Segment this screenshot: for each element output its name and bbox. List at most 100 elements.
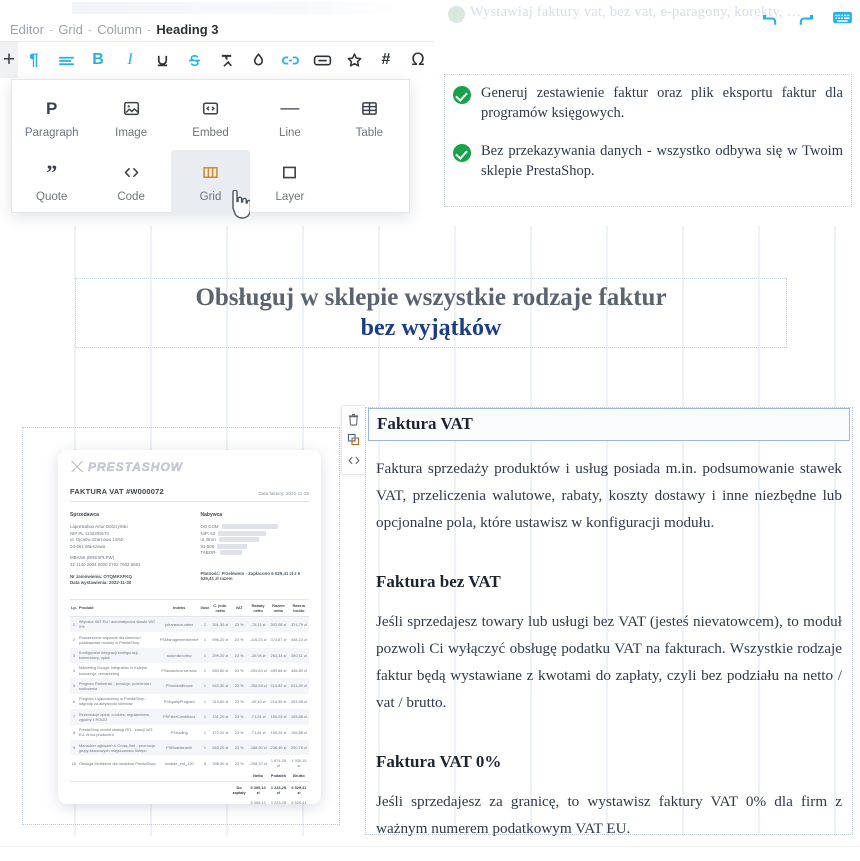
- undo-icon[interactable]: [760, 10, 780, 30]
- text-color-icon[interactable]: [242, 42, 274, 78]
- redo-icon[interactable]: [796, 10, 816, 30]
- align-icon[interactable]: [50, 42, 82, 78]
- feature-checklist-block: Generuj zestawienie faktur oraz plik eks…: [444, 74, 852, 207]
- grid-columns-icon: [202, 162, 219, 184]
- table-cell: 1: [70, 616, 78, 633]
- section-paragraph[interactable]: Jeśli sprzedajesz towary lub usługi bez …: [376, 608, 842, 716]
- table-row: 4 Marketing Google Integration in Kolejne…: [70, 663, 309, 678]
- invoice-image-block[interactable]: PRESTASHOW FAKTURA VAT #W000072 Data fak…: [22, 427, 340, 825]
- section-paragraph[interactable]: Jeśli sprzedajesz za granicę, to wystawi…: [376, 788, 842, 842]
- table-cell: 195,88 zł: [291, 729, 307, 735]
- table-cell: 448,23 zł: [291, 637, 307, 643]
- top-right-toolbar: [760, 8, 852, 32]
- edit-code-icon[interactable]: [347, 453, 361, 467]
- insert-row-2: ” Quote Code Grid Layer: [12, 150, 409, 214]
- button-icon[interactable]: [306, 42, 338, 78]
- table-cell: Marketing Google Integration in Kolejne …: [78, 665, 148, 676]
- code-brackets-icon: [122, 162, 141, 184]
- table-cell: PSmodafiltrowe: [158, 678, 200, 694]
- duplicate-block-icon[interactable]: [347, 433, 361, 447]
- table-cell: -208,37 zł: [249, 760, 267, 766]
- table-cell: 23 %: [234, 729, 244, 735]
- invoice-preview: PRESTASHOW FAKTURA VAT #W000072 Data fak…: [58, 450, 321, 804]
- insert-option-label: Layer: [275, 190, 305, 203]
- invoice-items-table: Lp. Produkt Indeks Ilość C. jedn. netto …: [70, 598, 309, 804]
- table-cell: 1: [199, 616, 211, 633]
- strikethrough-icon[interactable]: [178, 42, 210, 78]
- total-label: Do zapłaty: [230, 781, 249, 798]
- insert-option-label: Quote: [36, 190, 68, 203]
- insert-row-1: P Paragraph Image Embed — Line Table: [12, 86, 409, 150]
- table-cell: 1: [203, 698, 207, 704]
- add-block-button[interactable]: +: [0, 42, 18, 78]
- insert-option-table[interactable]: Table: [330, 86, 409, 150]
- anchor-hash-icon[interactable]: #: [370, 42, 402, 78]
- editor-toolbar: + ¶ B I # Ω: [0, 42, 434, 78]
- breadcrumb: Editor - Grid - Column - Heading 3: [0, 18, 434, 42]
- summary-header-cell: Netto: [253, 773, 264, 779]
- breadcrumb-item-editor[interactable]: Editor: [10, 22, 44, 37]
- insert-option-paragraph[interactable]: P Paragraph: [12, 86, 91, 150]
- faded-left-placeholder: [72, 2, 402, 14]
- insert-option-embed[interactable]: Embed: [171, 86, 250, 150]
- table-cell: 398,30 zł: [212, 760, 229, 766]
- table-cell: 236,40 zł: [268, 740, 289, 756]
- table-row: 8 PrestaShop moduł obsługi RO - kaucji VA…: [70, 725, 309, 740]
- table-cell: Wtyczka VAT EU i automatyczna stawki VAT…: [77, 616, 159, 633]
- buyer-label: Nabywca: [200, 512, 223, 518]
- table-cell: 299,20 zł: [210, 647, 231, 663]
- clear-format-icon[interactable]: [210, 42, 242, 78]
- insert-option-image[interactable]: Image: [91, 86, 170, 150]
- insert-option-code[interactable]: Code: [91, 150, 170, 214]
- italic-icon[interactable]: I: [114, 42, 146, 78]
- table-cell: 303,08 zł: [268, 616, 289, 633]
- table-total-row: Do zapłaty 5 395,13 zł 1 223,28 zł 6 529,41…: [70, 781, 309, 798]
- paragraph-mark-icon[interactable]: ¶: [18, 42, 50, 78]
- table-cell: 214,35 zł: [270, 698, 287, 704]
- content-text-column[interactable]: Faktura VAT Faktura sprzedaży produktów …: [365, 407, 853, 837]
- seller-line: ul. Ojcaöw Szarcowa 14/52: [70, 537, 124, 543]
- table-cell: 1 674,28 zł: [270, 757, 286, 769]
- keyboard-icon[interactable]: [832, 10, 852, 30]
- table-cell: 1: [203, 729, 207, 735]
- table-cell: Program Partnerski - prowizje, polecenia…: [77, 678, 159, 694]
- table-cell: PSRoadsearch: [158, 740, 200, 756]
- table-header-row: Lp. Produkt Indeks Ilość C. jedn. netto …: [70, 598, 309, 617]
- breadcrumb-separator: -: [48, 22, 54, 37]
- insert-option-empty: [330, 150, 409, 214]
- special-char-icon[interactable]: Ω: [402, 42, 434, 78]
- table-vat-row: w tym23 %5 395,13 zł 1 223,28 zł 6 529,41 …: [70, 797, 309, 804]
- invoice-title-row: FAKTURA VAT #W000072 Data faktury: 2022-…: [70, 479, 309, 502]
- breadcrumb-item-column[interactable]: Column: [97, 22, 142, 37]
- list-item: Generuj zestawienie faktur oraz plik eks…: [453, 83, 843, 123]
- breadcrumb-item-heading-3[interactable]: Heading 3: [156, 22, 218, 37]
- col-razem-netto: Razem netto: [268, 598, 289, 617]
- section-paragraph[interactable]: Faktura sprzedaży produktów i usług posi…: [376, 455, 842, 536]
- buyer-line: 93-506: [201, 543, 310, 551]
- insert-option-layer[interactable]: Layer: [250, 150, 329, 214]
- image-icon: [123, 98, 140, 120]
- insert-option-label: Grid: [199, 190, 222, 203]
- section-heading[interactable]: Faktura bez VAT: [376, 570, 842, 594]
- link-icon[interactable]: [274, 42, 306, 78]
- headline-block[interactable]: Obsługuj w sklepie wszystkie rodzaje fak…: [75, 278, 787, 348]
- table-cell: 131,20 zł: [210, 709, 231, 725]
- table-cell: -209,83 zł: [249, 668, 267, 674]
- table-cell: 374,87 zł: [270, 637, 287, 643]
- heading-block-selected[interactable]: Faktura VAT: [368, 408, 850, 441]
- table-cell: 1 930,15 zł: [291, 757, 307, 769]
- table-cell: automikroview: [158, 647, 200, 663]
- table-cell: PSManagementcentre: [159, 637, 199, 643]
- section-heading[interactable]: Faktura VAT 0%: [376, 750, 842, 774]
- insert-option-line[interactable]: — Line: [250, 86, 329, 150]
- bold-icon[interactable]: B: [82, 42, 114, 78]
- icon-star-icon[interactable]: [338, 42, 370, 78]
- delete-block-icon[interactable]: [347, 413, 361, 427]
- table-cell: 459,68 zł: [270, 668, 287, 674]
- table-cell: PStrading: [170, 729, 188, 735]
- breadcrumb-item-grid[interactable]: Grid: [58, 22, 83, 37]
- insert-option-quote[interactable]: ” Quote: [12, 150, 91, 214]
- invoice-buyer: Nabywca DO COM NIP: 52 ul. Bron 93-506 T…: [201, 512, 310, 587]
- underline-icon[interactable]: [146, 42, 178, 78]
- table-row: 1 Wtyczka VAT EU i automatyczna stawki VA…: [70, 616, 309, 633]
